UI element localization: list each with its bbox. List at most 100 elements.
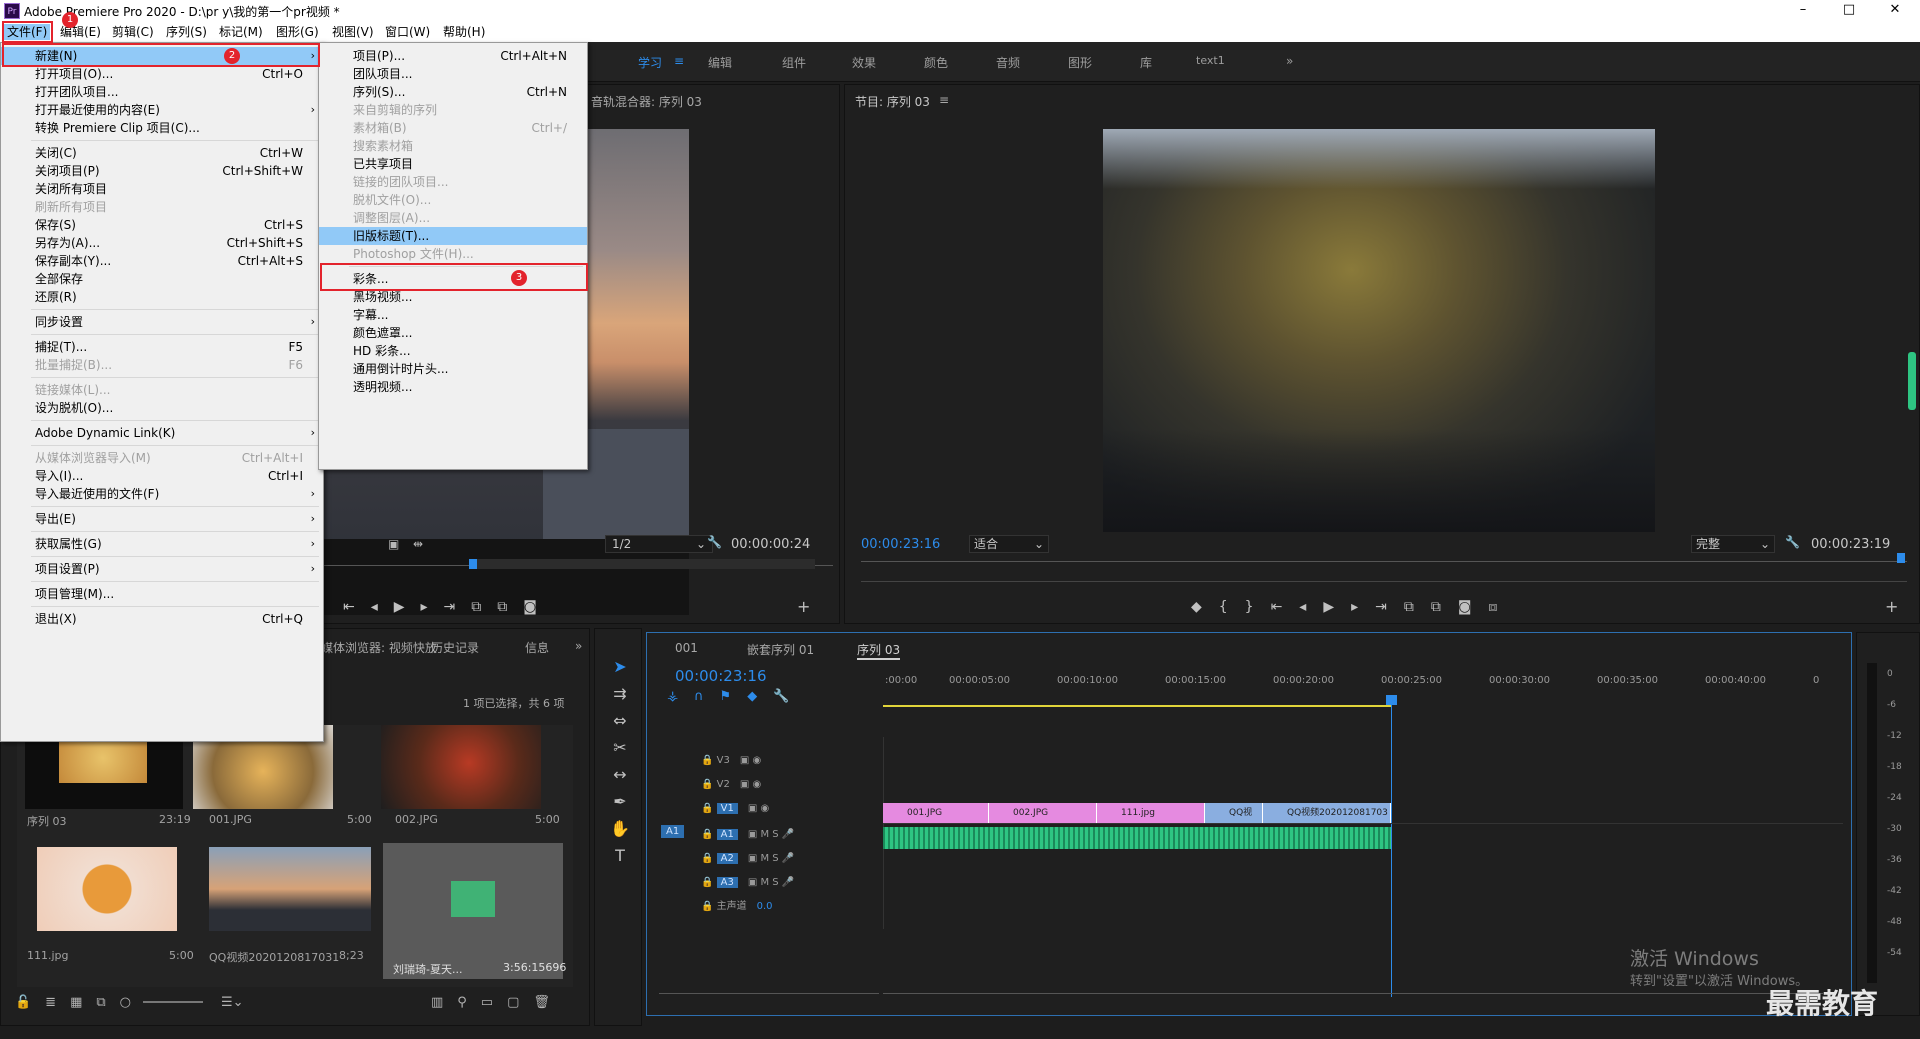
file-menu-item[interactable]: 另存为(A)... Ctrl+Shift+S xyxy=(1,234,323,252)
workspace-edit[interactable]: 编辑 xyxy=(708,54,732,71)
file-menu-item[interactable]: 退出(X) Ctrl+Q xyxy=(1,610,323,628)
track-v1[interactable]: 🔒 V1 ▣ ◉ xyxy=(701,799,881,814)
new-menu-item[interactable]: 项目(P)... Ctrl+Alt+N xyxy=(319,47,587,65)
file-menu-item[interactable]: 导出(E) › xyxy=(1,510,323,528)
file-menu-item[interactable]: 打开项目(O)... Ctrl+O xyxy=(1,65,323,83)
workspace-graphics[interactable]: 图形 xyxy=(1068,54,1092,71)
new-menu-item[interactable]: HD 彩条... xyxy=(319,342,587,360)
tab-media-browser[interactable]: 媒体浏览器: 视频快放 xyxy=(321,639,437,656)
menu-marker[interactable]: 标记(M) xyxy=(219,24,263,40)
source-patch-a1[interactable]: A1 xyxy=(661,825,685,838)
clip[interactable]: 001.JPG xyxy=(883,803,989,823)
new-menu-item[interactable]: 通用倒计时片头... xyxy=(319,360,587,378)
project-actions[interactable]: ▥⚲▭▢🗑 xyxy=(431,995,564,1010)
minimize-button[interactable]: – xyxy=(1780,0,1826,22)
clip[interactable]: QQ视 xyxy=(1205,803,1263,823)
new-menu-item[interactable]: 已共享项目 xyxy=(319,155,587,173)
playhead-handle[interactable] xyxy=(1386,695,1397,705)
project-item-thumb[interactable] xyxy=(209,847,371,931)
insert-icon[interactable]: ⇹ xyxy=(413,537,423,551)
timeline-toolbar[interactable]: ⚶∩⚑◆🔧 xyxy=(667,689,805,704)
file-menu-item[interactable]: 设为脱机(O)... xyxy=(1,399,323,417)
tool-icons[interactable]: ➤ ⇉ ⇔ ✂ ↔ ✒ ✋ T xyxy=(609,653,631,869)
wrench-icon[interactable]: 🔧 xyxy=(707,535,722,549)
tab-info[interactable]: 信息 xyxy=(525,639,549,656)
more-panels-icon[interactable]: » xyxy=(575,639,582,653)
project-item-thumb[interactable] xyxy=(381,725,541,809)
file-menu-item[interactable]: 导入最近使用的文件(F) › xyxy=(1,485,323,503)
file-menu-item[interactable]: 还原(R) xyxy=(1,288,323,306)
razor-icon[interactable]: ✂ xyxy=(609,734,631,761)
file-menu-item[interactable]: 全部保存 xyxy=(1,270,323,288)
project-item-thumb[interactable] xyxy=(37,847,177,931)
maximize-button[interactable]: □ xyxy=(1826,0,1872,22)
menu-sequence[interactable]: 序列(S) xyxy=(166,24,207,40)
file-menu-item[interactable]: 保存(S) Ctrl+S xyxy=(1,216,323,234)
track-a2[interactable]: 🔒 A2 ▣ M S 🎤 xyxy=(701,849,881,864)
file-menu-item[interactable]: 转换 Premiere Clip 项目(C)... xyxy=(1,119,323,137)
file-menu-item[interactable]: 获取属性(G) › xyxy=(1,535,323,553)
more-workspaces-icon[interactable]: » xyxy=(1286,54,1293,68)
selection-tool-icon[interactable]: ➤ xyxy=(609,653,631,680)
workspace-libraries[interactable]: 库 xyxy=(1140,54,1152,71)
timeline-tab-nested[interactable]: 嵌套序列 01 xyxy=(747,641,814,658)
track-select-icon[interactable]: ⇉ xyxy=(609,680,631,707)
time-ruler[interactable]: :00:00 00:00:05:00 00:00:10:00 00:00:15:… xyxy=(883,675,1823,691)
timeline-tab-seq03[interactable]: 序列 03 xyxy=(857,641,901,660)
file-menu-item[interactable]: 同步设置 › xyxy=(1,313,323,331)
clip[interactable]: 111.jpg xyxy=(1097,803,1205,823)
track-a1[interactable]: 🔒 A1 ▣ M S 🎤 xyxy=(701,825,881,840)
file-menu-item[interactable]: 项目设置(P) › xyxy=(1,560,323,578)
work-area-bar[interactable] xyxy=(883,705,1391,707)
file-menu-item[interactable]: 保存副本(Y)... Ctrl+Alt+S xyxy=(1,252,323,270)
ripple-edit-icon[interactable]: ⇔ xyxy=(609,707,631,734)
new-menu-item[interactable]: 字幕... xyxy=(319,306,587,324)
resolution-select[interactable]: 1/2 ⌄ xyxy=(605,535,713,553)
file-menu-item[interactable]: 捕捉(T)... F5 xyxy=(1,338,323,356)
workspace-menu-icon[interactable]: ≡ xyxy=(674,54,684,68)
tab-history[interactable]: 历史记录 xyxy=(431,639,479,656)
zoom-slider[interactable] xyxy=(143,1001,203,1003)
menu-graphics[interactable]: 图形(G) xyxy=(276,24,319,40)
clip[interactable]: 002.JPG xyxy=(989,803,1097,823)
timeline-playhead[interactable] xyxy=(1391,695,1392,997)
project-footer-tools[interactable]: 🔓≣▦⧉○ xyxy=(15,995,145,1010)
file-menu-item[interactable]: 关闭所有项目 xyxy=(1,180,323,198)
audio-clip[interactable] xyxy=(883,827,1391,849)
add-button-icon[interactable]: + xyxy=(1885,597,1898,616)
new-menu-item[interactable]: 旧版标题(T)... xyxy=(319,227,587,245)
workspace-text1[interactable]: text1 xyxy=(1196,54,1225,67)
track-v2[interactable]: 🔒 V2 ▣ ◉ xyxy=(701,775,881,790)
file-menu-item[interactable]: 打开最近使用的内容(E) › xyxy=(1,101,323,119)
export-frame-icon[interactable]: ▣ xyxy=(388,537,399,551)
timeline-zoom-scroll[interactable] xyxy=(883,993,1823,994)
file-menu-item[interactable]: 关闭项目(P) Ctrl+Shift+W xyxy=(1,162,323,180)
program-transport-controls[interactable]: ◆{}⇤◂▶▸⇥⧉⧉◙⧈ xyxy=(1191,599,1751,615)
timeline-tab-001[interactable]: 001 xyxy=(675,641,698,655)
project-item-selected[interactable] xyxy=(383,843,563,979)
menu-window[interactable]: 窗口(W) xyxy=(385,24,430,40)
source-transport-controls[interactable]: ⇤◂▶▸⇥⧉⧉◙ xyxy=(343,599,763,615)
file-menu-item[interactable]: 打开团队项目... xyxy=(1,83,323,101)
type-icon[interactable]: T xyxy=(609,842,631,869)
program-playhead[interactable] xyxy=(1897,553,1905,563)
add-button-icon[interactable]: + xyxy=(797,597,810,616)
track-master[interactable]: 🔒 主声道 0.0 xyxy=(701,897,881,912)
workspace-color[interactable]: 颜色 xyxy=(924,54,948,71)
wrench-icon[interactable]: 🔧 xyxy=(1785,535,1800,549)
new-menu-item[interactable]: 颜色遮罩... xyxy=(319,324,587,342)
source-playhead[interactable] xyxy=(469,559,477,569)
file-menu-item[interactable]: Adobe Dynamic Link(K) › xyxy=(1,424,323,442)
file-menu-item[interactable]: 导入(I)... Ctrl+I xyxy=(1,467,323,485)
clip[interactable]: QQ视频202012081703 xyxy=(1263,803,1391,823)
new-menu-item[interactable]: 透明视频... xyxy=(319,378,587,396)
menu-help[interactable]: 帮助(H) xyxy=(443,24,485,40)
close-button[interactable]: ✕ xyxy=(1872,0,1918,22)
workspace-effects[interactable]: 效果 xyxy=(852,54,876,71)
source-monitor-tab[interactable]: 音轨混合器: 序列 03 xyxy=(591,93,702,110)
new-menu-item[interactable]: 团队项目... xyxy=(319,65,587,83)
sort-icon[interactable]: ☰⌄ xyxy=(221,995,244,1010)
fit-select[interactable]: 适合 ⌄ xyxy=(969,535,1049,553)
workspace-audio[interactable]: 音频 xyxy=(996,54,1020,71)
hand-icon[interactable]: ✋ xyxy=(609,815,631,842)
